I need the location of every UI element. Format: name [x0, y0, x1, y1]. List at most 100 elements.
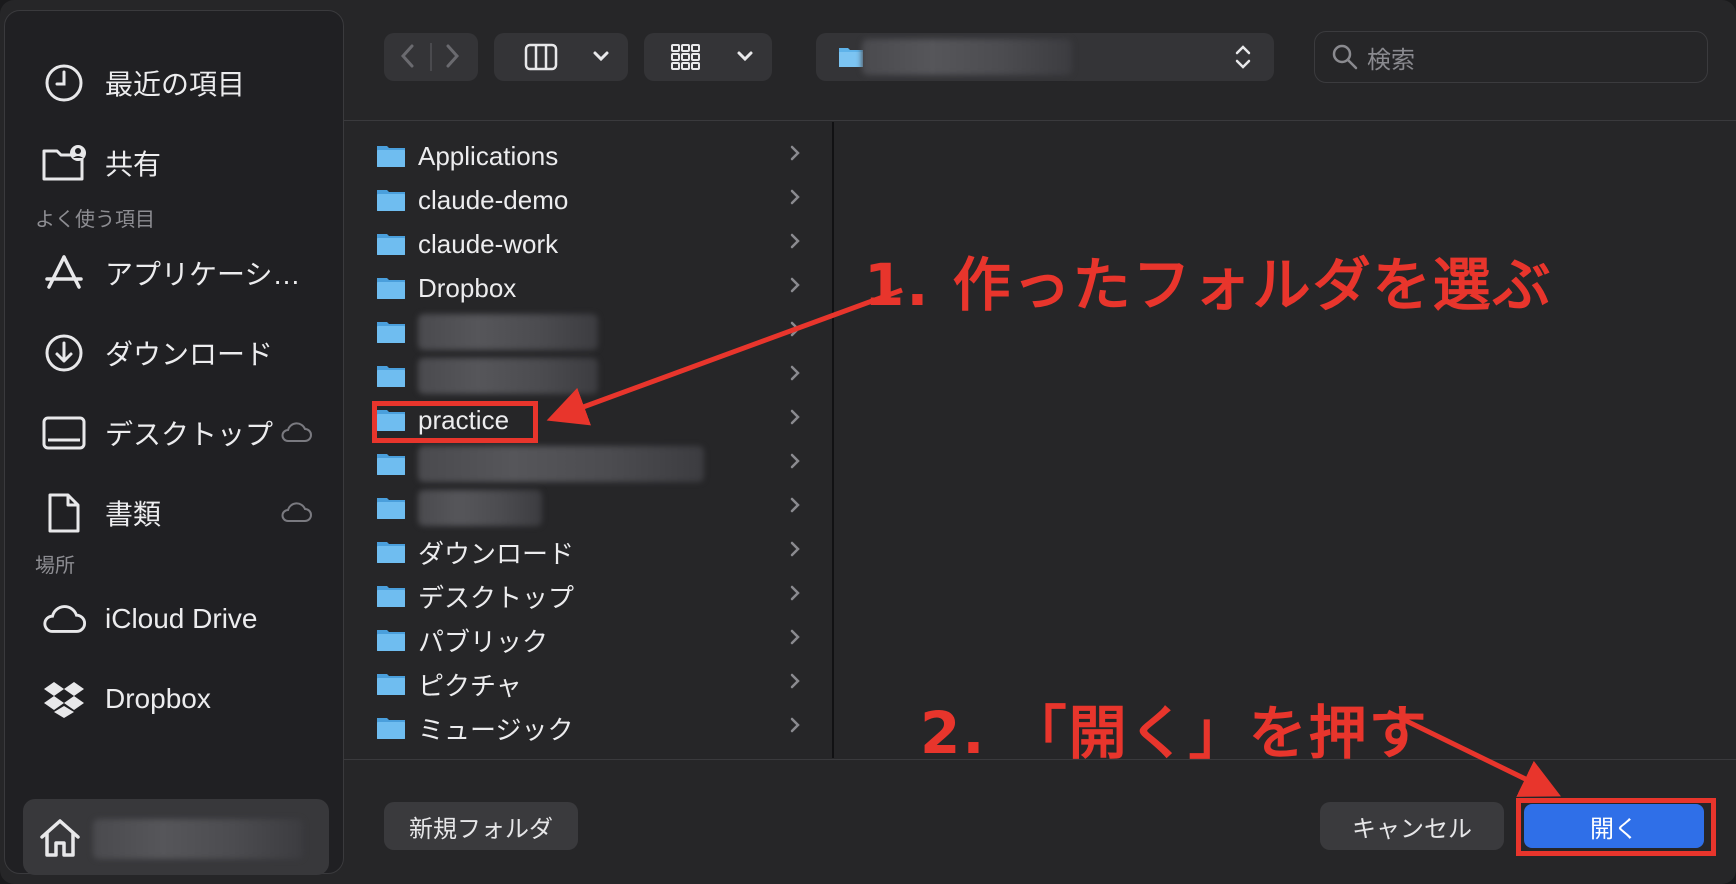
folder-icon [376, 364, 406, 388]
apps-folder-icon [376, 144, 406, 168]
list-item[interactable]: Applications [376, 134, 806, 178]
list-item[interactable]: Dropbox [376, 266, 806, 310]
search-field[interactable]: 検索 [1314, 31, 1708, 83]
search-placeholder: 検索 [1367, 46, 1415, 74]
chevron-right-icon [788, 714, 802, 742]
document-icon [41, 490, 87, 536]
chevron-right-icon [788, 494, 802, 522]
list-item-label: パブリック [418, 626, 549, 657]
sidebar-item-desktop[interactable]: デスクトップ [5, 401, 345, 465]
home-icon [37, 815, 83, 861]
list-item-label: ミュージック [418, 714, 574, 745]
list-item-label: ピクチャ [418, 670, 522, 701]
group-by-button[interactable] [644, 33, 772, 81]
sidebar-item-documents[interactable]: 書類 [5, 481, 345, 545]
sidebar-item-label: デスクトップ [105, 419, 274, 450]
chevron-down-icon [592, 47, 610, 72]
sidebar-item-downloads[interactable]: ダウンロード [5, 321, 345, 385]
list-item[interactable]: claude-work [376, 222, 806, 266]
clock-icon [41, 60, 87, 106]
locations-heading: 場所 [35, 555, 75, 577]
desktop-folder-icon [376, 584, 406, 608]
list-item[interactable] [376, 442, 806, 486]
column-separator[interactable] [832, 122, 834, 758]
sidebar-item-recent[interactable]: 最近の項目 [5, 51, 345, 115]
cancel-button[interactable]: キャンセル [1320, 802, 1504, 850]
list-item-label: Dropbox [418, 272, 517, 303]
folder-icon [376, 320, 406, 344]
new-folder-button[interactable]: 新規フォルダ [384, 802, 578, 850]
annotation-step1: 1. 作ったフォルダを選ぶ [864, 251, 1553, 319]
applications-icon [41, 250, 87, 296]
sidebar-item-label: 書類 [105, 499, 162, 530]
chevron-right-icon [788, 406, 802, 434]
chevron-right-icon [788, 582, 802, 610]
chevron-down-icon [736, 47, 754, 72]
list-item[interactable] [376, 310, 806, 354]
chevron-right-icon [788, 186, 802, 214]
chevron-right-icon [788, 318, 802, 346]
redacted-name [418, 358, 598, 394]
icloud-status-icon [279, 499, 313, 525]
list-item[interactable] [376, 354, 806, 398]
location-path-redacted [862, 39, 1072, 75]
up-down-chevron-icon [1234, 43, 1252, 76]
annotation-step2: 2. 「開く」を押す [920, 699, 1429, 767]
folder-icon [376, 496, 406, 520]
sidebar-item-shared[interactable]: 共有 [5, 131, 345, 195]
nav-back-forward[interactable] [384, 33, 478, 81]
redacted-name [418, 490, 542, 526]
sidebar-item-icloud[interactable]: iCloud Drive [5, 587, 345, 651]
sidebar: 最近の項目 共有 よく使う項目 アプリケーシ… ダウンロード デスクトップ 書類… [4, 10, 345, 875]
folder-icon [376, 188, 406, 212]
download-icon [41, 330, 87, 376]
sidebar-item-label: ダウンロード [105, 339, 274, 370]
sidebar-item-label: 共有 [105, 149, 162, 180]
divider [430, 43, 432, 71]
cloud-icon [41, 596, 87, 642]
location-popup[interactable] [816, 33, 1274, 81]
folder-icon [376, 452, 406, 476]
list-item[interactable]: ダウンロード [376, 530, 806, 574]
chevron-right-icon [788, 274, 802, 302]
columns-view-icon [524, 43, 558, 76]
list-item[interactable]: ピクチャ [376, 662, 806, 706]
chevron-right-icon [788, 626, 802, 654]
dropbox-icon [41, 676, 87, 722]
grid-icon [670, 43, 702, 76]
folder-icon [838, 44, 864, 73]
downloads-folder-icon [376, 540, 406, 564]
sidebar-item-label: アプリケーシ… [105, 259, 301, 290]
list-item-label: claude-work [418, 228, 559, 259]
chevron-right-icon [788, 362, 802, 390]
view-mode-columns-button[interactable] [494, 33, 628, 81]
back-chevron-icon[interactable] [398, 41, 418, 76]
forward-chevron-icon[interactable] [442, 41, 462, 76]
list-item[interactable] [376, 486, 806, 530]
shared-folder-icon [41, 140, 87, 186]
folder-icon [376, 232, 406, 256]
dropbox-folder-icon [376, 276, 406, 300]
list-item[interactable]: ミュージック [376, 706, 806, 750]
sidebar-item-applications[interactable]: アプリケーシ… [5, 241, 345, 305]
list-item-label: ダウンロード [418, 538, 575, 569]
list-item[interactable]: パブリック [376, 618, 806, 662]
search-icon [1331, 43, 1359, 71]
home-name-redacted [93, 819, 303, 859]
list-item[interactable]: デスクトップ [376, 574, 806, 618]
toolbar-divider [344, 120, 1736, 121]
sidebar-item-dropbox[interactable]: Dropbox [5, 667, 345, 731]
sidebar-item-label: 最近の項目 [105, 69, 246, 100]
chevron-right-icon [788, 670, 802, 698]
redacted-name [418, 446, 704, 482]
music-folder-icon [376, 716, 406, 740]
list-item[interactable]: claude-demo [376, 178, 806, 222]
open-highlight-box [1516, 798, 1716, 856]
desktop-icon [41, 410, 87, 456]
redacted-name [418, 314, 598, 350]
practice-highlight-box [372, 401, 538, 443]
chevron-right-icon [788, 450, 802, 478]
favorites-heading: よく使う項目 [35, 209, 155, 231]
list-item-label: claude-demo [418, 184, 569, 215]
chevron-right-icon [788, 142, 802, 170]
